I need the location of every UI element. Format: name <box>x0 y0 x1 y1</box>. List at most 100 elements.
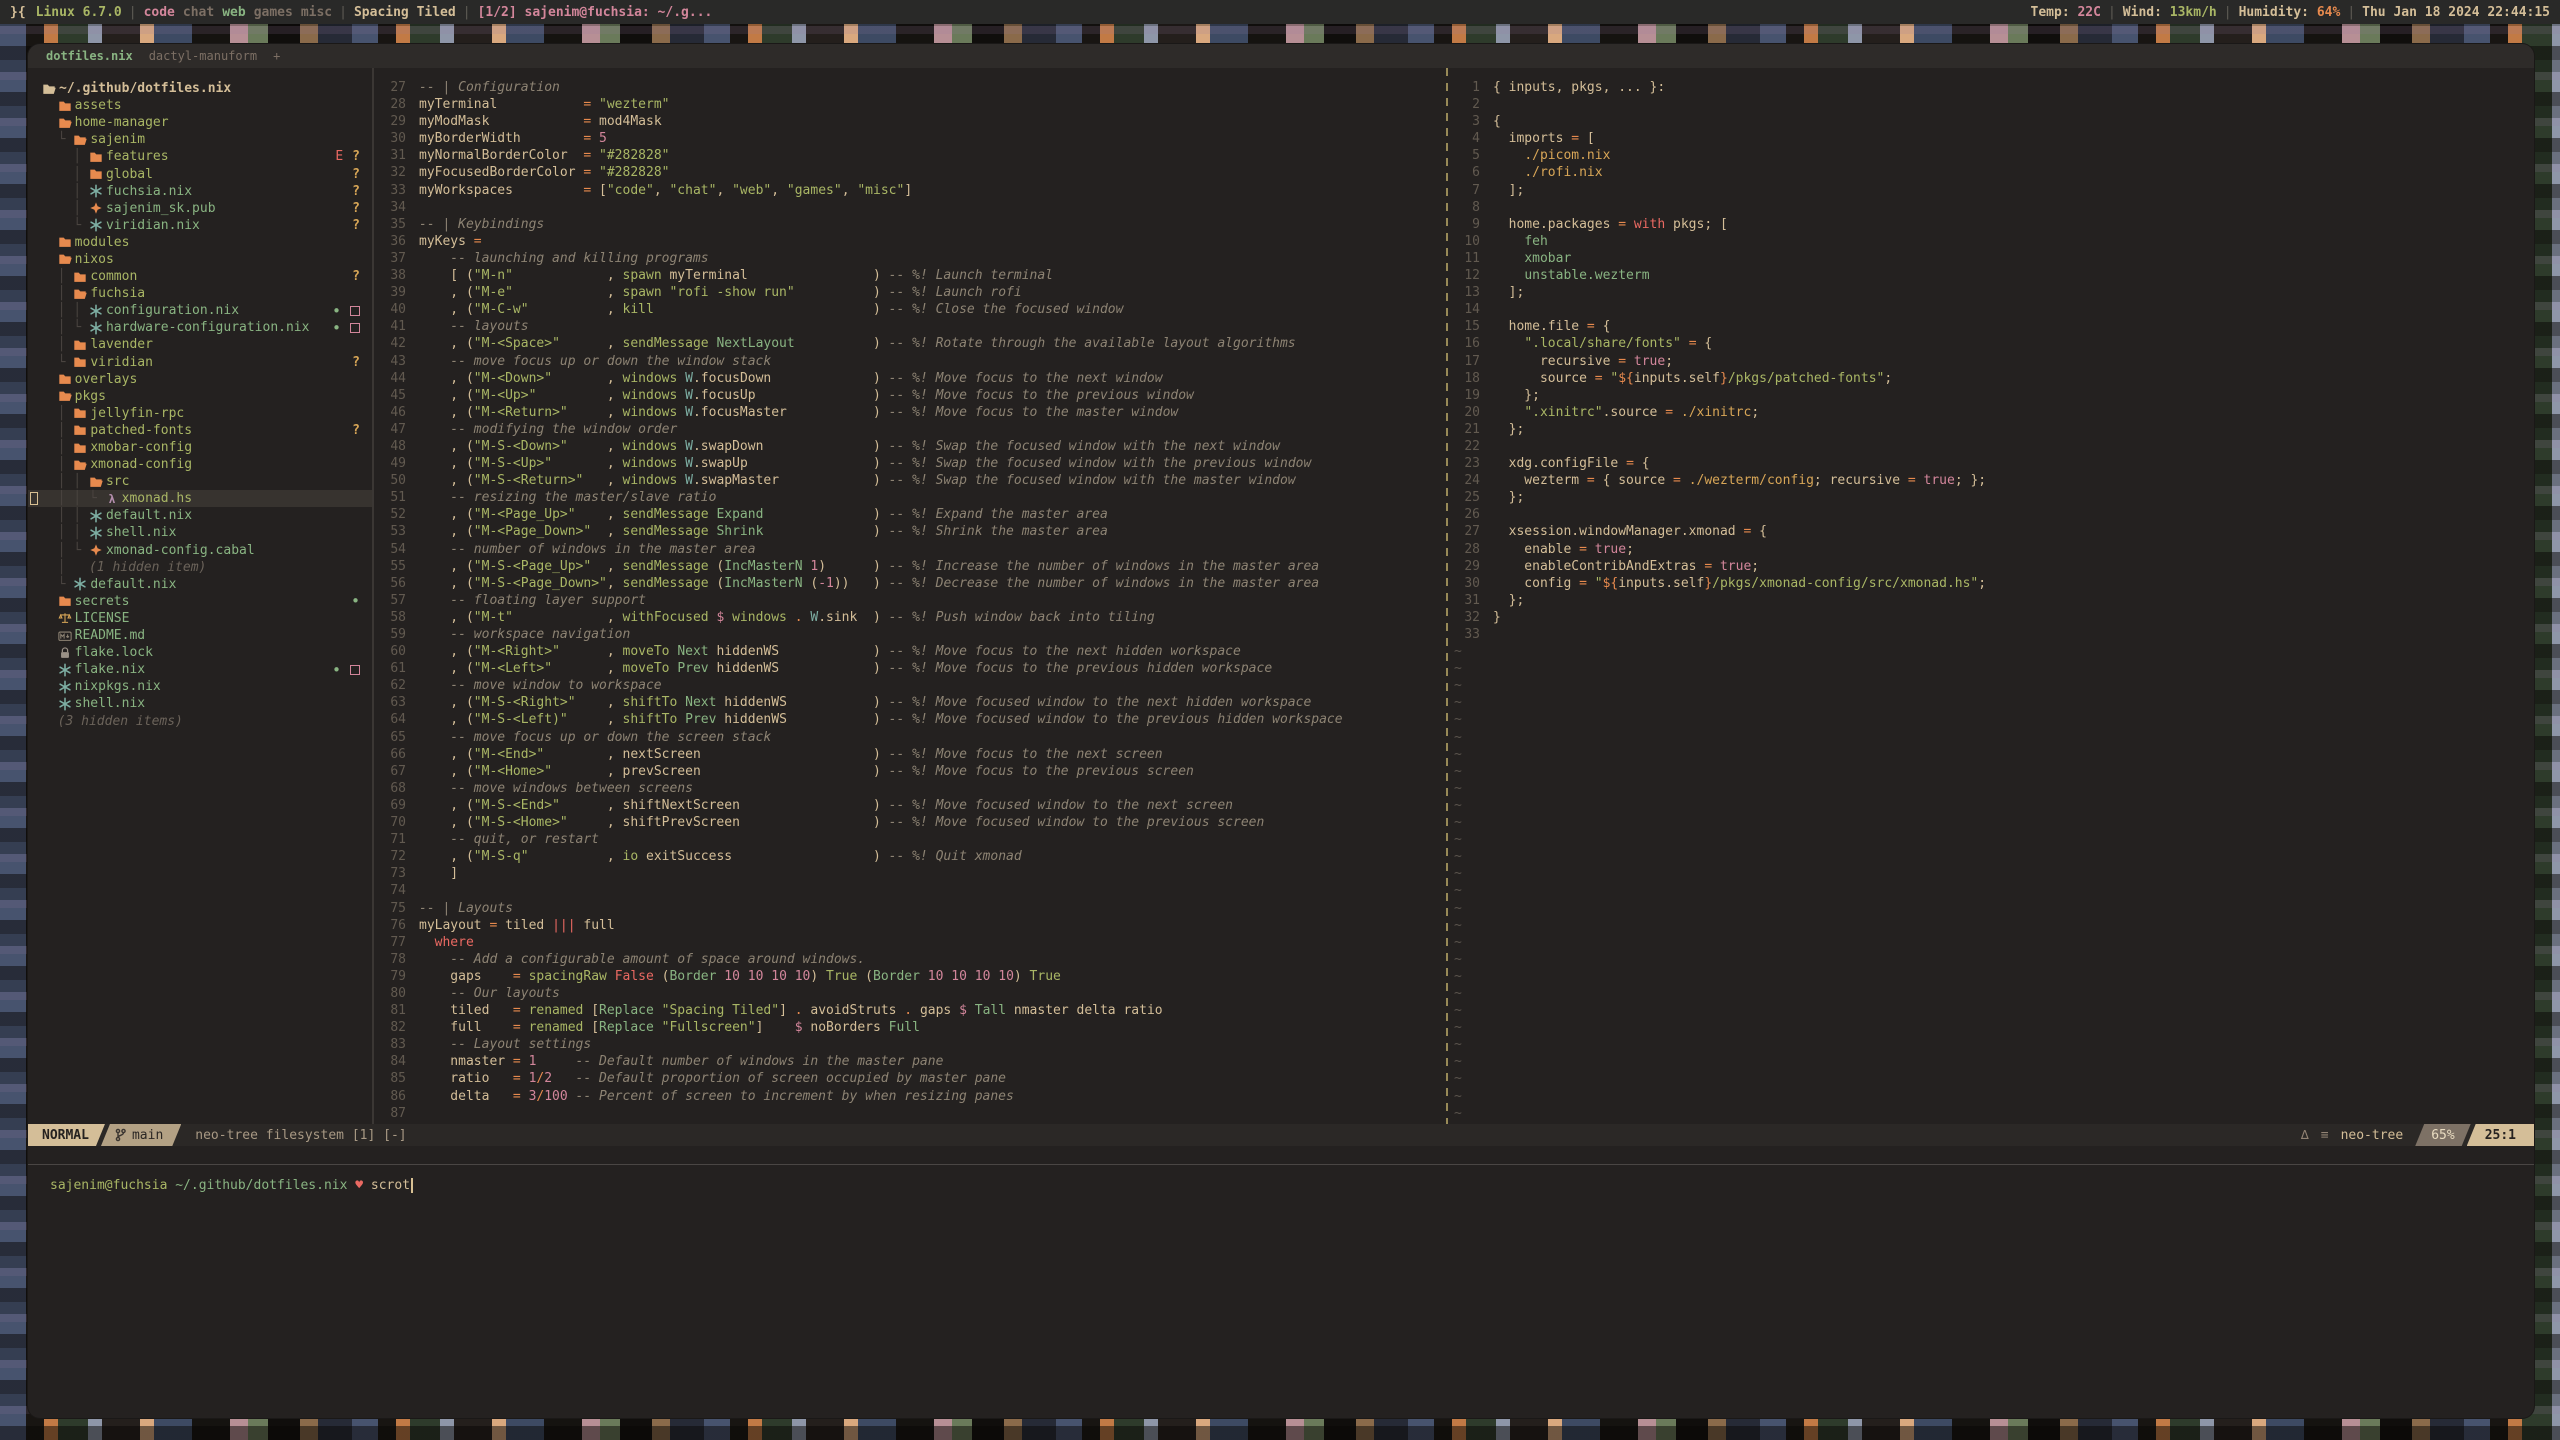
tree-item-README.md[interactable]: README.md <box>28 627 372 644</box>
tree-item-modules[interactable]: modules <box>28 234 372 251</box>
tree-item-xmonad.hs[interactable]: │ │ └ λxmonad.hs <box>28 490 372 507</box>
tree-item-home-manager[interactable]: home-manager <box>28 114 372 131</box>
code-line: 37 -- launching and killing programs <box>374 251 1446 268</box>
code-line: 64 , ("M-S-<Left)" , shiftTo Prev hidden… <box>374 712 1446 729</box>
workspace-code[interactable]: code <box>144 5 175 20</box>
workspace-games[interactable]: games <box>246 5 293 20</box>
code-line: 32myFocusedBorderColor = "#282828" <box>374 165 1446 182</box>
code-line: 32} <box>1448 610 2534 627</box>
tree-item-viridian[interactable]: └ viridian? <box>28 354 372 371</box>
xmobar-left: }{Linux 6.7.0|codechatwebgamesmisc|Spaci… <box>10 5 712 20</box>
tree-item-common[interactable]: │ common? <box>28 268 372 285</box>
code-line: 7 ]; <box>1448 183 2534 200</box>
bar-separator: | <box>2217 5 2239 20</box>
tree-item-shell.nix[interactable]: shell.nix <box>28 695 372 712</box>
indent-guide: │ <box>42 149 89 164</box>
tree-item-sajenim[interactable]: └ sajenim <box>28 131 372 148</box>
tree-item-shell.nix[interactable]: │ │ shell.nix <box>28 524 372 541</box>
tree-item-lavender[interactable]: │ lavender <box>28 336 372 353</box>
tree-item-flake.lock[interactable]: flake.lock <box>28 644 372 661</box>
empty-buffer-line: ~ <box>1448 866 2534 883</box>
workspace-chat[interactable]: chat <box>175 5 214 20</box>
tab-dactyl-manuform[interactable]: dactyl-manuform <box>141 49 265 63</box>
tab-dotfiles-nix[interactable]: dotfiles.nix <box>38 49 141 63</box>
tree-item-src[interactable]: │ │ src <box>28 473 372 490</box>
tree-item-xmonad-config.cabal[interactable]: │ └ xmonad-config.cabal <box>28 542 372 559</box>
code-line: 68 -- move windows between screens <box>374 781 1446 798</box>
typed-command[interactable]: scrot <box>371 1178 410 1193</box>
nix-icon <box>89 526 106 540</box>
indent-guide <box>42 594 58 609</box>
tree-item-xmobar-config[interactable]: │ xmobar-config <box>28 439 372 456</box>
tree-item-fuchsia[interactable]: │ fuchsia <box>28 285 372 302</box>
code-line: 52 , ("M-<Page_Up>" , sendMessage Expand… <box>374 507 1446 524</box>
tree-item-global[interactable]: │ global? <box>28 165 372 182</box>
git-status-badge: ? <box>352 218 360 233</box>
indent-guide <box>42 611 58 626</box>
folder-closed-icon <box>73 406 90 420</box>
editor-xmonad-hs[interactable]: 27-- | Configuration28myTerminal = "wezt… <box>374 68 1446 1124</box>
tree-item-flake.nix[interactable]: flake.nix• <box>28 661 372 678</box>
git-status-badge: ? <box>352 167 360 182</box>
tree-item--3-hidden-items-[interactable]: (3 hidden items) <box>28 712 372 729</box>
tree-item-features[interactable]: │ featuresE? <box>28 148 372 165</box>
workspace-misc[interactable]: misc <box>293 5 332 20</box>
tree-item-fuchsia.nix[interactable]: │ fuchsia.nix? <box>28 183 372 200</box>
tree-item-LICENSE[interactable]: LICENSE <box>28 610 372 627</box>
tree-item-label: (1 hidden item) <box>89 560 206 575</box>
tree-item-badges: E? <box>335 149 372 164</box>
bar-metric: Humidity: 64% <box>2239 5 2341 20</box>
tree-item-nixos[interactable]: nixos <box>28 251 372 268</box>
code-line: 36myKeys = <box>374 234 1446 251</box>
tree-item-default.nix[interactable]: └ default.nix <box>28 576 372 593</box>
bar-separator: | <box>332 5 354 20</box>
tree-item-patched-fonts[interactable]: │ patched-fonts? <box>28 422 372 439</box>
folder-closed-icon <box>73 270 90 284</box>
tree-item-viridian.nix[interactable]: └ viridian.nix? <box>28 217 372 234</box>
tree-item-secrets[interactable]: secrets• <box>28 593 372 610</box>
git-status-badge: E <box>335 149 343 164</box>
code-line: 33myWorkspaces = ["code", "chat", "web",… <box>374 183 1446 200</box>
tree-item-sajenim-sk.pub[interactable]: │ sajenim_sk.pub? <box>28 200 372 217</box>
tree-item-label: jellyfin-rpc <box>90 406 184 421</box>
indent-guide <box>42 252 58 267</box>
tree-item-default.nix[interactable]: │ │ default.nix <box>28 507 372 524</box>
folder-closed-icon <box>73 441 90 455</box>
tree-item-label: sajenim_sk.pub <box>106 201 216 216</box>
tree-item-badges: • <box>332 302 372 320</box>
code-line: 3{ <box>1448 114 2534 131</box>
git-status-badge: • <box>332 319 341 337</box>
tree-item-badges: ? <box>352 201 372 216</box>
workspace-web[interactable]: web <box>214 5 245 20</box>
lock-icon <box>58 646 75 660</box>
neo-tree-panel[interactable]: ~/.github/dotfiles.nix assets home-manag… <box>28 68 372 1124</box>
tree-item-jellyfin-rpc[interactable]: │ jellyfin-rpc <box>28 405 372 422</box>
tree-item-overlays[interactable]: overlays <box>28 371 372 388</box>
indent-guide <box>42 389 58 404</box>
empty-buffer-line: ~ <box>1448 883 2534 900</box>
tree-item-xmonad-config[interactable]: │ xmonad-config <box>28 456 372 473</box>
tree-item-configuration.nix[interactable]: │ │ configuration.nix• <box>28 302 372 319</box>
root-folder-icon <box>42 82 59 96</box>
code-line: 79 gaps = spacingRaw False (Border 10 10… <box>374 969 1446 986</box>
empty-buffer-line: ~ <box>1448 986 2534 1003</box>
code-line: 22 <box>1448 439 2534 456</box>
code-line: 9 home.packages = with pkgs; [ <box>1448 217 2534 234</box>
new-tab-button[interactable]: + <box>265 49 288 63</box>
wezterm-window: dotfiles.nix dactyl-manuform + ~/.github… <box>28 44 2534 1418</box>
shell-pane[interactable]: sajenim@fuchsia ~/.github/dotfiles.nix ♥… <box>28 1165 2534 1418</box>
code-line: 24 wezterm = { source = ./wezterm/config… <box>1448 473 2534 490</box>
tree-item-label: default.nix <box>106 508 192 523</box>
tree-item-pkgs[interactable]: pkgs <box>28 388 372 405</box>
git-status-badge: • <box>332 302 341 320</box>
tree-item-nixpkgs.nix[interactable]: nixpkgs.nix <box>28 678 372 695</box>
tree-item-hardware-configuration.nix[interactable]: │ └ hardware-configuration.nix• <box>28 319 372 336</box>
tree-item-assets[interactable]: assets <box>28 97 372 114</box>
untracked-square-badge <box>350 665 360 675</box>
tree-item--.github-dotfiles.nix[interactable]: ~/.github/dotfiles.nix <box>28 80 372 97</box>
code-line: 35-- | Keybindings <box>374 217 1446 234</box>
code-line: 46 , ("M-<Return>" , windows W.focusMast… <box>374 405 1446 422</box>
code-line: 25 }; <box>1448 490 2534 507</box>
tree-item--1-hidden-item-[interactable]: │ (1 hidden item) <box>28 559 372 576</box>
editor-nix-file[interactable]: 1{ inputs, pkgs, ... }:23{4 imports = [5… <box>1448 68 2534 1124</box>
